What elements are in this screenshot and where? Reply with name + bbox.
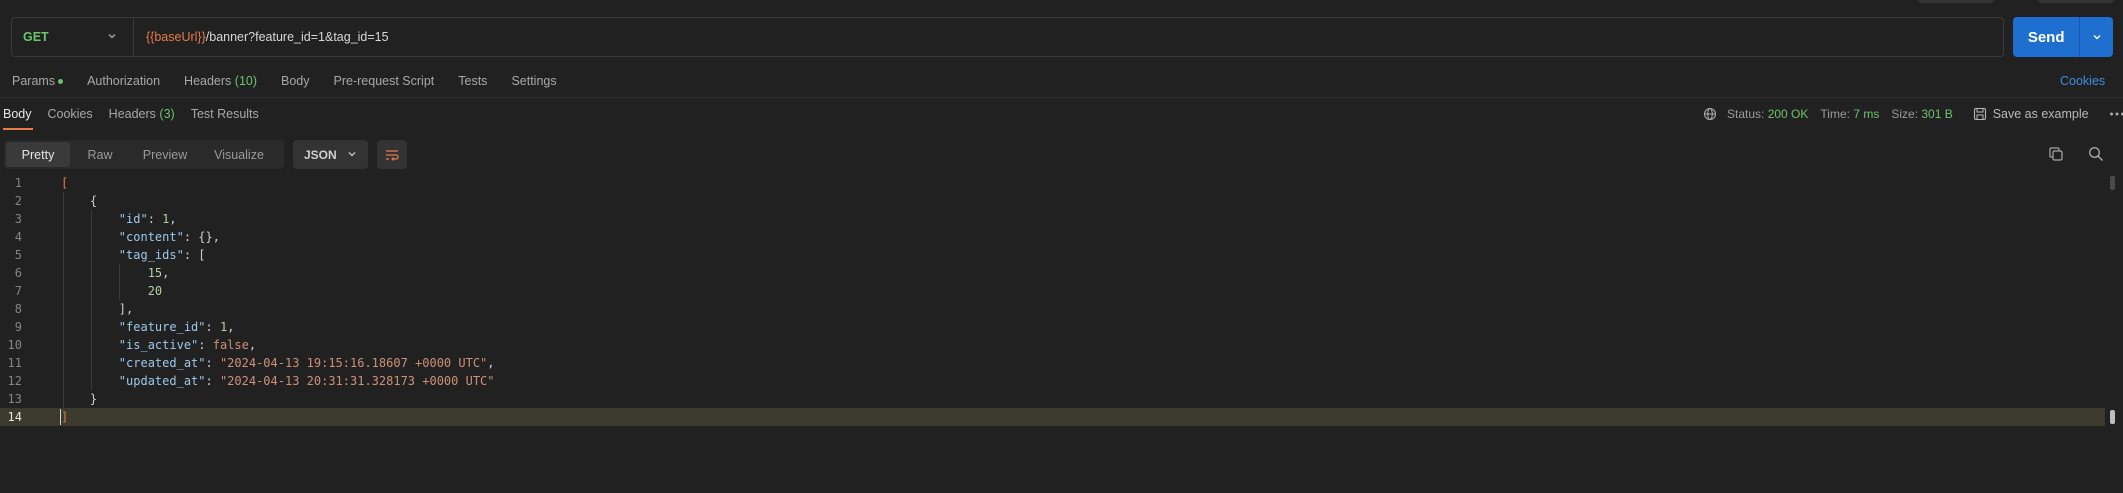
tab-authorization[interactable]: Authorization bbox=[87, 74, 160, 88]
chevron-down-icon bbox=[108, 34, 116, 39]
code-line: 6 15, bbox=[14, 266, 170, 280]
code-line: 7 20 bbox=[14, 284, 163, 298]
scrollbar-marker[interactable] bbox=[2110, 176, 2115, 190]
top-tab-fragment bbox=[2038, 0, 2114, 3]
url-input[interactable]: {{baseUrl}}/banner?feature_id=1&tag_id=1… bbox=[134, 30, 389, 44]
scrollbar-thumb[interactable] bbox=[2110, 410, 2115, 424]
tab-prerequest-script[interactable]: Pre-request Script bbox=[334, 74, 435, 88]
view-mode-selector: Pretty Raw Preview Visualize bbox=[4, 140, 284, 169]
copy-icon[interactable] bbox=[2048, 146, 2064, 162]
code-line: 13 } bbox=[7, 392, 98, 406]
format-label: JSON bbox=[304, 147, 337, 162]
code-line: 3 "id": 1, bbox=[14, 212, 177, 226]
view-mode-raw[interactable]: Raw bbox=[70, 142, 130, 167]
tab-tests[interactable]: Tests bbox=[458, 74, 487, 88]
response-tab-test-results[interactable]: Test Results bbox=[191, 107, 259, 121]
size-value[interactable]: 301 B bbox=[1921, 107, 1952, 121]
top-tab-fragment bbox=[1918, 0, 1994, 3]
cookies-link[interactable]: Cookies bbox=[2060, 74, 2105, 88]
tab-headers[interactable]: Headers (10) bbox=[184, 74, 257, 88]
save-icon bbox=[1973, 107, 1986, 121]
view-mode-visualize[interactable]: Visualize bbox=[200, 142, 278, 167]
response-tab-headers[interactable]: Headers (3) bbox=[109, 107, 175, 121]
save-as-example-button[interactable]: Save as example bbox=[1973, 107, 2089, 121]
send-button[interactable]: Send bbox=[2013, 17, 2113, 57]
params-active-dot bbox=[58, 79, 64, 85]
text-cursor bbox=[60, 409, 61, 425]
tab-params[interactable]: Params bbox=[12, 74, 64, 88]
tab-settings[interactable]: Settings bbox=[511, 74, 556, 88]
search-icon[interactable] bbox=[2088, 146, 2104, 162]
chevron-down-icon bbox=[2093, 35, 2101, 40]
wrap-lines-button[interactable] bbox=[377, 140, 407, 169]
send-dropdown[interactable] bbox=[2079, 17, 2113, 57]
url-variable: {{baseUrl}} bbox=[146, 30, 206, 44]
code-line: 4 "content": {}, bbox=[14, 230, 220, 244]
response-tabs: Body Cookies Headers (3) Test Results bbox=[3, 107, 275, 121]
method-label: GET bbox=[23, 30, 49, 44]
active-tab-indicator bbox=[3, 128, 33, 130]
more-icon[interactable] bbox=[2109, 111, 2123, 117]
status-label: Status: bbox=[1727, 107, 1765, 121]
response-headers-count: (3) bbox=[159, 107, 175, 121]
send-label: Send bbox=[2027, 28, 2065, 46]
divider bbox=[0, 97, 2123, 98]
code-line-current: 14 ] bbox=[0, 408, 2105, 426]
code-line: 2 { bbox=[14, 194, 98, 208]
url-bar: GET {{baseUrl}}/banner?feature_id=1&tag_… bbox=[11, 17, 2004, 57]
tab-body[interactable]: Body bbox=[281, 74, 310, 88]
globe-icon[interactable] bbox=[1703, 107, 1717, 121]
wrap-lines-icon bbox=[386, 149, 399, 161]
response-tab-body[interactable]: Body bbox=[3, 107, 32, 121]
code-line: 8 ], bbox=[14, 302, 134, 316]
code-line: 12 "updated_at": "2024-04-13 20:31:31.32… bbox=[7, 374, 495, 388]
code-line: 9 "feature_id": 1, bbox=[14, 320, 235, 334]
time-value[interactable]: 7 ms bbox=[1853, 107, 1879, 121]
view-mode-pretty[interactable]: Pretty bbox=[6, 142, 70, 167]
code-line: 1 [ bbox=[14, 176, 69, 190]
code-line: 5 "tag_ids": [ bbox=[14, 248, 206, 262]
method-select[interactable]: GET bbox=[12, 18, 134, 56]
response-meta: Status: 200 OK Time: 7 ms Size: 301 B Sa… bbox=[1703, 107, 2123, 121]
size-label: Size: bbox=[1891, 107, 1919, 121]
url-path: /banner?feature_id=1&tag_id=15 bbox=[205, 30, 389, 44]
chevron-down-icon bbox=[348, 152, 356, 157]
code-line: 10 "is_active": false, bbox=[7, 338, 257, 352]
time-label: Time: bbox=[1820, 107, 1850, 121]
request-tabs: Params Authorization Headers (10) Body P… bbox=[12, 74, 581, 88]
view-mode-preview[interactable]: Preview bbox=[130, 142, 200, 167]
response-tab-cookies[interactable]: Cookies bbox=[48, 107, 93, 121]
status-value[interactable]: 200 OK bbox=[1768, 107, 1809, 121]
headers-count: (10) bbox=[234, 74, 258, 88]
format-select[interactable]: JSON bbox=[293, 140, 368, 169]
code-line: 11 "created_at": "2024-04-13 19:15:16.18… bbox=[7, 356, 495, 370]
